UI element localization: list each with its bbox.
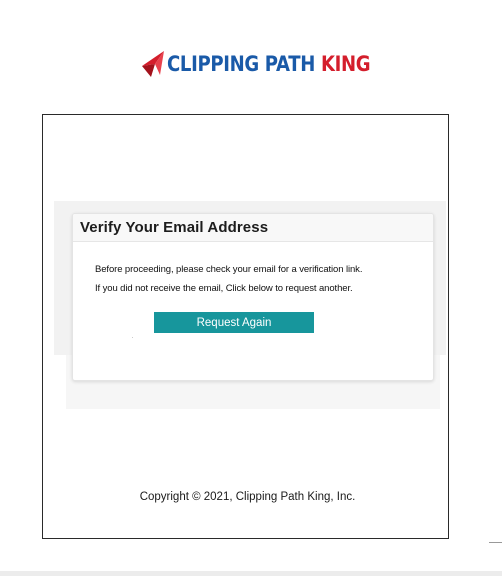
resend-instruction: If you did not receive the email, Click … xyxy=(95,283,353,294)
verification-message: Before proceeding, please check your ema… xyxy=(95,264,363,275)
bottom-bar xyxy=(0,571,502,576)
card-body: Before proceeding, please check your ema… xyxy=(73,242,433,338)
logo-text-red: KING xyxy=(320,52,371,76)
logo-arrow-icon xyxy=(142,51,164,77)
copyright-text: Copyright © 2021, Clipping Path King, In… xyxy=(139,491,356,503)
divider-dot xyxy=(132,337,133,338)
request-again-button[interactable]: Request Again xyxy=(154,312,314,333)
edge-divider xyxy=(489,542,502,543)
content-frame: Verify Your Email Address Before proceed… xyxy=(42,114,449,539)
logo-text-blue: CLIPPING PATH xyxy=(167,52,316,76)
page: CLIPPING PATH KING Verify Your Email Add… xyxy=(0,0,502,576)
logo-wordmark: CLIPPING PATH KING xyxy=(167,52,371,76)
verify-email-card: Verify Your Email Address Before proceed… xyxy=(72,213,434,381)
card-title: Verify Your Email Address xyxy=(73,214,433,242)
site-logo[interactable]: CLIPPING PATH KING xyxy=(141,47,403,81)
